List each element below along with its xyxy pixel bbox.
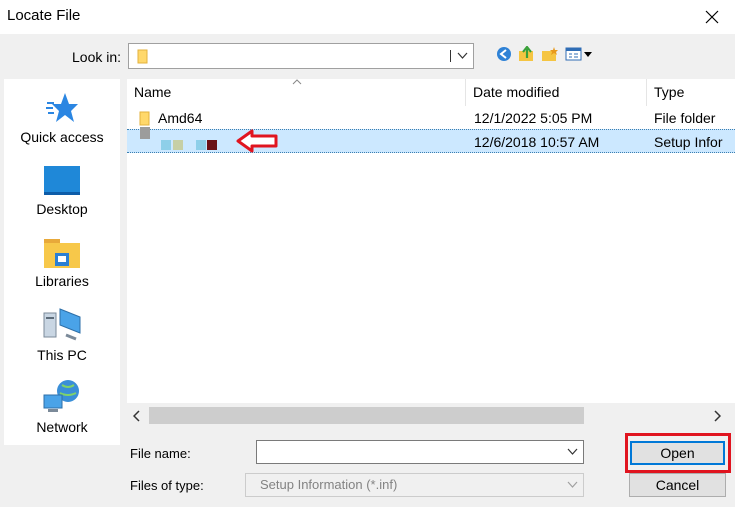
close-button[interactable] [689, 0, 735, 34]
annotation-arrow-icon [236, 129, 278, 153]
files-of-type-value: Setup Information (*.inf) [260, 477, 398, 492]
blurred-file-icon [140, 127, 217, 150]
close-icon [705, 10, 719, 24]
column-header-type[interactable]: Type [647, 79, 735, 106]
file-type: File folder [654, 110, 716, 126]
folder-icon [139, 111, 150, 126]
chevron-down-icon [457, 52, 468, 59]
places-bar: Quick access Desktop Libraries This PC N… [4, 79, 120, 445]
horizontal-scrollbar[interactable] [127, 405, 735, 427]
table-row-selected[interactable]: 12/6/2018 10:57 AM Setup Infor [127, 127, 735, 153]
star-icon [46, 93, 78, 122]
place-label: This PC [37, 347, 87, 363]
place-label: Desktop [36, 201, 88, 217]
window-title: Locate File [7, 7, 81, 24]
desktop-icon [44, 166, 80, 195]
scroll-left-icon[interactable] [133, 410, 141, 422]
place-label: Libraries [35, 273, 89, 289]
sort-ascending-icon [292, 79, 302, 85]
place-label: Network [36, 419, 88, 435]
files-of-type-select[interactable]: Setup Information (*.inf) [245, 473, 584, 497]
place-this-pc[interactable]: This PC [4, 307, 120, 363]
scroll-right-icon[interactable] [713, 410, 721, 422]
cancel-button[interactable]: Cancel [629, 473, 726, 497]
place-desktop[interactable]: Desktop [4, 165, 120, 217]
up-folder-icon[interactable] [518, 46, 536, 62]
file-name-label: File name: [130, 446, 191, 461]
view-menu-icon[interactable] [565, 46, 593, 62]
annotation-highlight-box [625, 433, 731, 473]
place-network[interactable]: Network [4, 379, 120, 435]
combo-separator [450, 50, 451, 62]
place-quick-access[interactable]: Quick access [4, 91, 120, 145]
libraries-icon [44, 239, 80, 268]
chevron-down-icon[interactable] [567, 446, 578, 457]
scrollbar-thumb[interactable] [149, 407, 584, 424]
look-in-label: Look in: [72, 49, 122, 65]
file-name-input[interactable] [256, 440, 584, 464]
files-of-type-label: Files of type: [130, 478, 204, 493]
file-type: Setup Infor [654, 134, 723, 150]
chevron-down-icon [567, 481, 578, 488]
folder-icon [137, 49, 148, 64]
network-icon [43, 380, 79, 412]
file-date: 12/1/2022 5:05 PM [474, 110, 593, 126]
look-in-combo[interactable] [128, 43, 474, 69]
file-list[interactable]: Name Date modified Type Amd64 12/1/2022 … [127, 79, 735, 403]
new-folder-icon[interactable] [541, 46, 559, 62]
file-date: 12/6/2018 10:57 AM [474, 134, 600, 150]
back-icon[interactable] [496, 46, 512, 62]
title-bar: Locate File [0, 0, 735, 34]
column-header-date[interactable]: Date modified [466, 79, 647, 106]
place-libraries[interactable]: Libraries [4, 235, 120, 289]
place-label: Quick access [20, 129, 104, 145]
computer-icon [43, 308, 81, 341]
